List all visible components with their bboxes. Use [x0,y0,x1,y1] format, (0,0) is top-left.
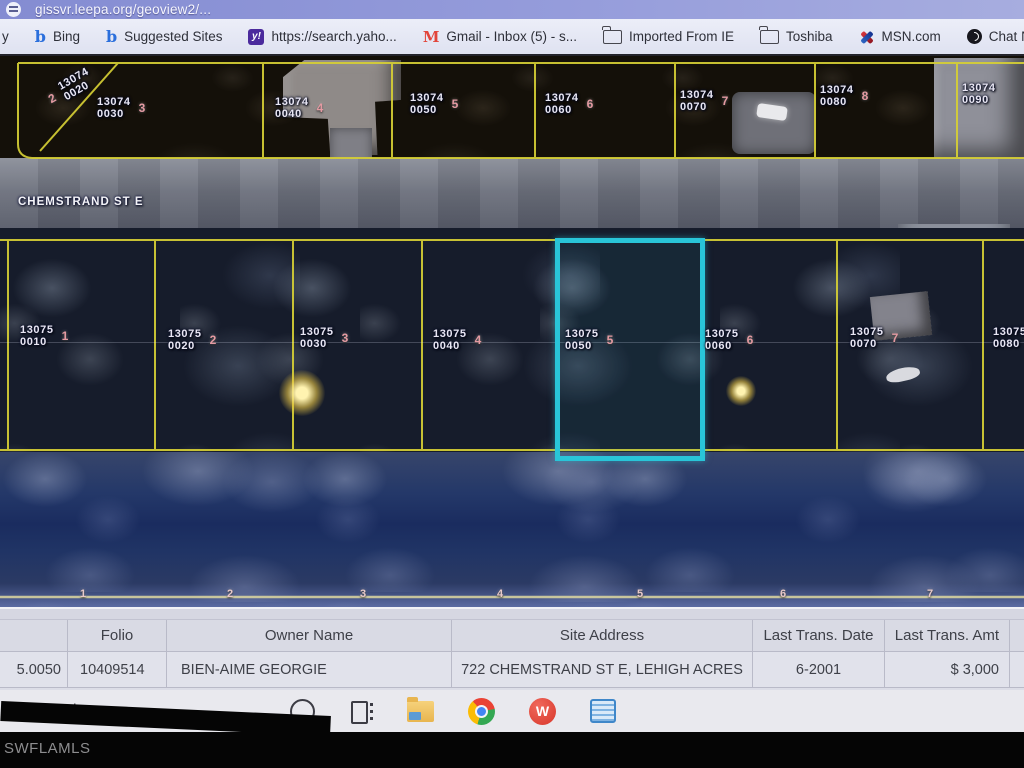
bookmark-label: Bing [53,29,80,44]
bookmark-label: y [2,29,9,44]
address-bar[interactable]: gissvr.leepa.org/geoview2/... [0,0,1024,19]
watermark: SWFLAMLS [4,740,91,757]
bookmark-b-icon: b [106,30,117,44]
bookmark-label: Chat Now Button [989,29,1024,44]
bookmark-label: Suggested Sites [124,29,222,44]
lot-number: 2 [210,333,217,347]
parcel-label[interactable]: 130740030 3 [97,96,145,120]
parcel-label[interactable]: 130750040 4 [433,328,481,352]
header-last-trans-date[interactable]: Last Trans. Date [753,620,885,652]
parcel-label[interactable]: 130740080 8 [820,84,868,108]
bookmark-cut[interactable]: y [2,29,9,44]
chat-now-icon [967,29,982,44]
bookmark-label: Gmail - Inbox (5) - s... [446,29,577,44]
site-settings-icon[interactable] [6,2,21,17]
gmail-icon: M [423,28,440,46]
screen: gissvr.leepa.org/geoview2/... y b Bing b… [0,0,1024,768]
bookmark-suggested-sites[interactable]: b Suggested Sites [106,29,223,44]
table-header-row: Folio Owner Name Site Address Last Trans… [0,620,1024,652]
lot-number: 2 [227,588,233,600]
folder-icon [760,30,779,44]
lot-number: 3 [342,331,349,345]
parcel-label-highlighted[interactable]: 130750050 5 [565,328,613,352]
yahoo-icon: y! [248,29,264,45]
header-strap [0,620,68,652]
lot-number: 5 [607,333,614,347]
bookmark-label: Toshiba [786,29,833,44]
lot-number: 4 [497,588,503,600]
bookmarks-bar: y b Bing b Suggested Sites y! https://se… [0,19,1024,56]
bing-icon: b [35,30,46,44]
lot-number: 8 [862,89,869,103]
lot-number: 5 [637,588,643,600]
lot-number: 6 [747,333,754,347]
lot-number: 5 [452,97,459,111]
parcel-label[interactable]: 130750070 7 [850,326,898,350]
streetlight-glow [726,376,756,406]
results-table: Folio Owner Name Site Address Last Trans… [0,607,1024,692]
cell-overflow [1010,652,1024,688]
lot-number: 3 [360,588,366,600]
parcel-label[interactable]: 130750020 2 [168,328,216,352]
parcel-label[interactable]: 130740050 5 [410,92,458,116]
parcel-label[interactable]: 130750080 [993,326,1024,350]
bookmark-msn[interactable]: MSN.com [859,29,941,45]
lot-number: 7 [722,94,729,108]
bookmark-yahoo-search[interactable]: y! https://search.yaho... [248,29,396,45]
bookmark-chat-now[interactable]: Chat Now Button [967,29,1024,44]
wps-office-icon[interactable]: W [529,698,556,725]
bookmark-label: Imported From IE [629,29,734,44]
parcel-label[interactable]: 130740040 4 [275,96,323,120]
bookmark-bing[interactable]: b Bing [35,29,80,44]
lot-number: 6 [587,97,594,111]
parcel-label[interactable]: 130750010 1 [20,324,68,348]
parcel-label[interactable]: 130740070 7 [680,89,728,113]
cell-site-address: 722 CHEMSTRAND ST E, LEHIGH ACRES [452,652,753,688]
parcel-label[interactable]: 130740090 [962,82,996,106]
bookmark-folder-toshiba[interactable]: Toshiba [760,29,833,44]
lot-number: 7 [927,588,933,600]
bookmark-label: https://search.yaho... [271,29,396,44]
lot-number: 6 [780,588,786,600]
url-text[interactable]: gissvr.leepa.org/geoview2/... [35,2,211,17]
header-site-address[interactable]: Site Address [452,620,753,652]
mail-app-icon[interactable] [590,699,616,723]
folder-icon [603,30,622,44]
lot-number: 1 [62,329,69,343]
chrome-icon[interactable] [468,698,495,725]
cell-owner-name: BIEN-AIME GEORGIE [167,652,452,688]
header-last-trans-amt[interactable]: Last Trans. Amt [885,620,1010,652]
header-overflow [1010,620,1024,652]
map-viewport[interactable]: CHEMSTRAND ST E 2 130740020 130740030 3 … [0,56,1024,612]
street-label: CHEMSTRAND ST E [18,196,144,208]
cell-folio[interactable]: 10409514 [68,652,167,688]
streetlight-glow [279,370,325,416]
task-view-icon[interactable] [349,700,373,722]
msn-icon [859,29,875,45]
file-explorer-icon[interactable] [407,701,434,722]
cell-last-trans-amt: $ 3,000 [885,652,1010,688]
parcel-label[interactable]: 130740060 6 [545,92,593,116]
header-owner-name[interactable]: Owner Name [167,620,452,652]
lot-number: 7 [892,331,899,345]
header-folio[interactable]: Folio [68,620,167,652]
cell-last-trans-date: 6-2001 [753,652,885,688]
bookmark-label: MSN.com [882,29,941,44]
screen-bezel [0,732,1024,768]
cell-strap: 5.0050 [0,652,68,688]
bookmark-gmail[interactable]: M Gmail - Inbox (5) - s... [423,28,577,46]
lot-number: 4 [475,333,482,347]
lot-number: 3 [139,101,146,115]
table-row[interactable]: 5.0050 10409514 BIEN-AIME GEORGIE 722 CH… [0,652,1024,688]
parcel-label[interactable]: 130750030 3 [300,326,348,350]
lot-number: 4 [317,101,324,115]
parcel-label[interactable]: 130750060 6 [705,328,753,352]
bookmark-folder-imported-from-ie[interactable]: Imported From IE [603,29,734,44]
lot-number: 1 [80,588,86,600]
